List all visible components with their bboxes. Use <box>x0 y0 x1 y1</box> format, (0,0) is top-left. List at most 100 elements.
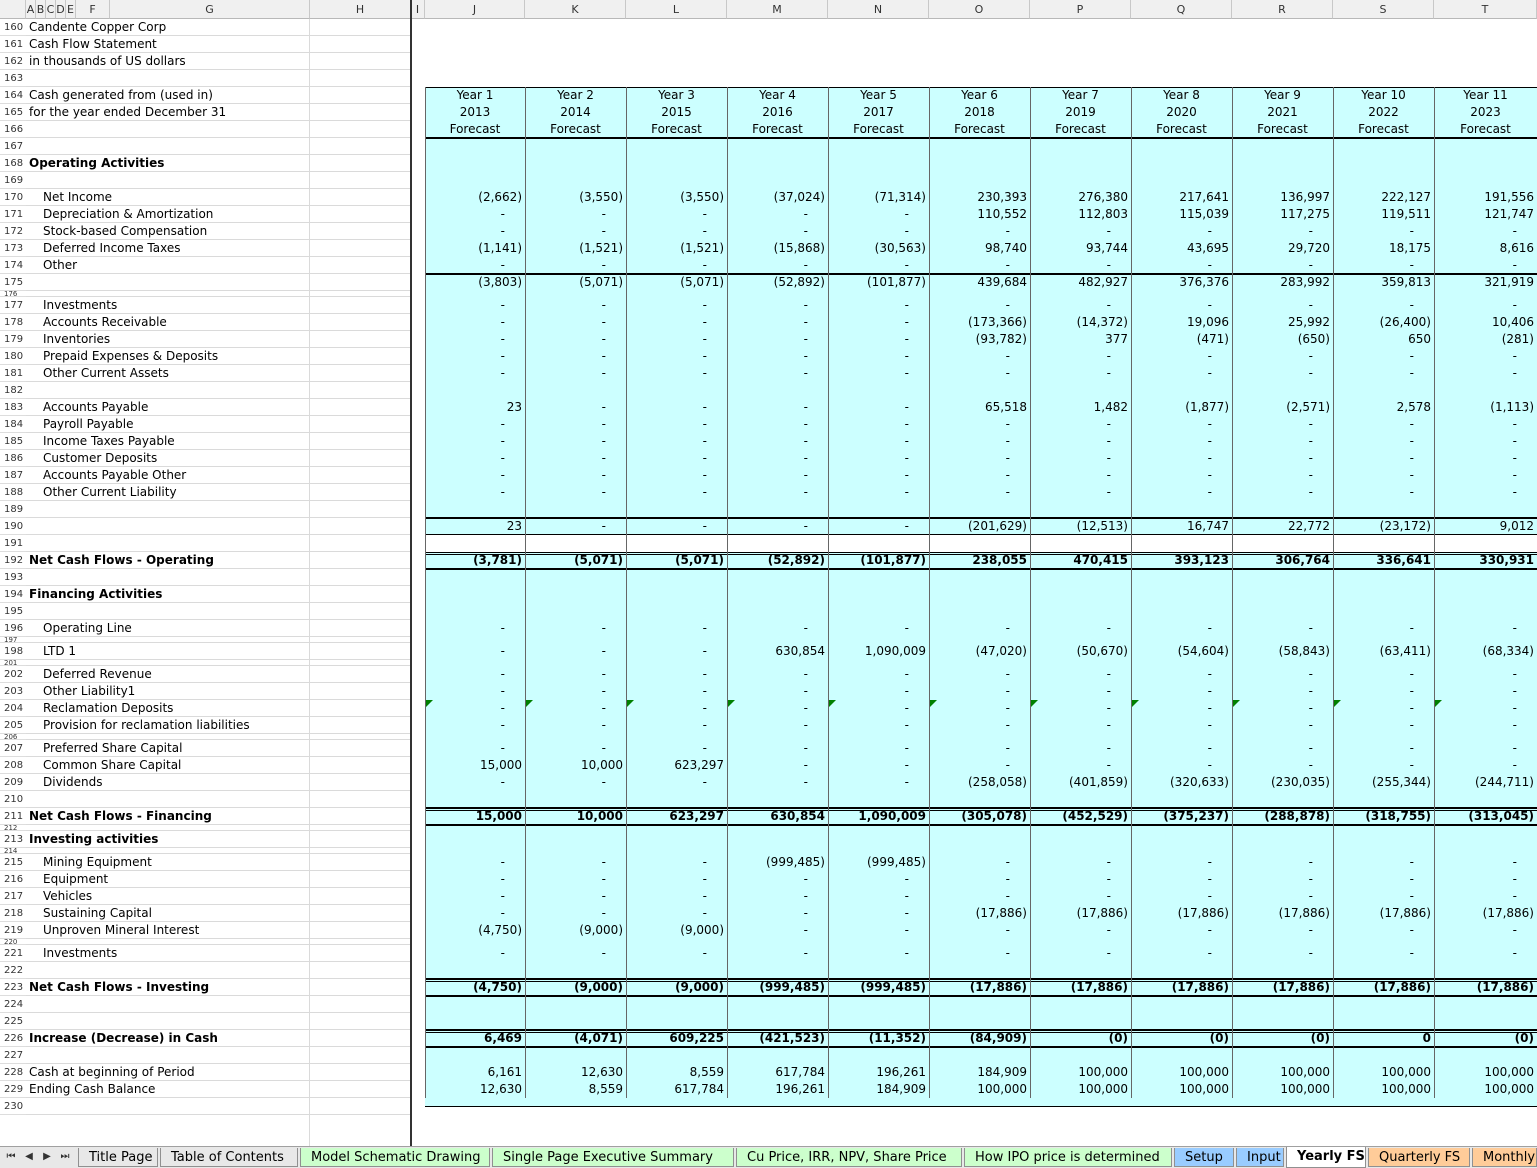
value-cell[interactable]: - <box>929 871 1030 888</box>
value-cell[interactable]: 10,000 <box>525 808 626 825</box>
value-cell[interactable]: - <box>929 740 1030 757</box>
value-cell[interactable]: - <box>828 365 929 382</box>
value-cell[interactable]: - <box>525 484 626 501</box>
value-cell[interactable]: 8,616 <box>1434 240 1537 257</box>
value-cell[interactable]: 18,175 <box>1333 240 1434 257</box>
value-cell[interactable]: - <box>828 450 929 467</box>
value-cell[interactable]: - <box>626 433 727 450</box>
row-number[interactable]: 198 <box>0 643 26 660</box>
value-cell[interactable]: - <box>1434 450 1537 467</box>
year-header-cell[interactable]: Forecast <box>1333 121 1434 138</box>
value-cell[interactable]: (5,071) <box>626 552 727 569</box>
value-cell[interactable]: - <box>727 700 828 717</box>
value-cell[interactable]: - <box>1232 620 1333 637</box>
value-cell[interactable]: (17,886) <box>1434 905 1537 922</box>
value-cell[interactable]: - <box>1434 700 1537 717</box>
row-number[interactable]: 203 <box>0 683 26 700</box>
value-cell[interactable]: - <box>828 871 929 888</box>
row-number[interactable]: 160 <box>0 19 26 36</box>
value-cell[interactable]: - <box>525 717 626 734</box>
value-cell[interactable]: (4,750) <box>425 979 525 996</box>
value-cell[interactable]: (14,372) <box>1030 314 1131 331</box>
row-number[interactable]: 184 <box>0 416 26 433</box>
value-cell[interactable]: - <box>626 450 727 467</box>
value-cell[interactable]: (288,878) <box>1232 808 1333 825</box>
value-cell[interactable]: - <box>525 666 626 683</box>
value-cell[interactable]: - <box>727 467 828 484</box>
value-cell[interactable]: - <box>425 683 525 700</box>
value-cell[interactable]: - <box>1434 945 1537 962</box>
value-cell[interactable]: - <box>1131 945 1232 962</box>
value-cell[interactable]: - <box>727 774 828 791</box>
value-cell[interactable]: (101,877) <box>828 552 929 569</box>
row-number[interactable]: 213 <box>0 831 26 848</box>
value-cell[interactable]: - <box>425 871 525 888</box>
spreadsheet-grid[interactable]: A B C D E F G H I J K L M N O P Q R S T 160 Candente Copper C… <box>0 0 1537 1146</box>
sheet-tab[interactable]: Table of Contents <box>160 1148 298 1167</box>
value-cell[interactable]: 15,000 <box>425 808 525 825</box>
year-header-cell[interactable]: 2018 <box>929 104 1030 121</box>
value-cell[interactable]: 393,123 <box>1131 552 1232 569</box>
value-cell[interactable]: (0) <box>1131 1030 1232 1047</box>
column-header[interactable]: B <box>36 0 46 19</box>
value-cell[interactable]: (9,000) <box>525 922 626 939</box>
value-cell[interactable]: - <box>626 223 727 240</box>
value-cell[interactable]: (5,071) <box>626 274 727 291</box>
value-cell[interactable]: - <box>425 700 525 717</box>
row-number[interactable]: 230 <box>0 1098 26 1115</box>
value-cell[interactable]: - <box>1434 757 1537 774</box>
value-cell[interactable]: 276,380 <box>1030 189 1131 206</box>
value-cell[interactable]: - <box>626 348 727 365</box>
value-cell[interactable]: - <box>1131 666 1232 683</box>
row-number[interactable]: 205 <box>0 717 26 734</box>
year-header-cell[interactable]: Forecast <box>525 121 626 138</box>
row-number[interactable]: 185 <box>0 433 26 450</box>
sheet-tab[interactable]: Setup <box>1174 1148 1234 1167</box>
value-cell[interactable]: (17,886) <box>1333 979 1434 996</box>
value-cell[interactable]: 100,000 <box>1333 1081 1434 1098</box>
value-cell[interactable]: - <box>1434 717 1537 734</box>
row-number[interactable]: 175 <box>0 274 26 291</box>
value-cell[interactable]: 283,992 <box>1232 274 1333 291</box>
select-all-corner[interactable] <box>0 0 26 19</box>
value-cell[interactable]: - <box>1434 297 1537 314</box>
year-header-cell[interactable]: 2017 <box>828 104 929 121</box>
value-cell[interactable]: 1,482 <box>1030 399 1131 416</box>
value-cell[interactable]: - <box>828 666 929 683</box>
value-cell[interactable]: - <box>626 297 727 314</box>
value-cell[interactable]: - <box>425 666 525 683</box>
value-cell[interactable]: - <box>929 416 1030 433</box>
value-cell[interactable]: - <box>425 888 525 905</box>
value-cell[interactable]: - <box>626 365 727 382</box>
value-cell[interactable]: - <box>828 757 929 774</box>
sheet-tab[interactable]: Cu Price, IRR, NPV, Share Price <box>736 1148 962 1167</box>
value-cell[interactable]: 15,000 <box>425 757 525 774</box>
row-number[interactable]: 207 <box>0 740 26 757</box>
row-number[interactable]: 225 <box>0 1013 26 1030</box>
row-number[interactable]: 164 <box>0 87 26 104</box>
row-number[interactable]: 196 <box>0 620 26 637</box>
value-cell[interactable]: (3,550) <box>525 189 626 206</box>
value-cell[interactable]: 330,931 <box>1434 552 1537 569</box>
row-number[interactable]: 189 <box>0 501 26 518</box>
year-header-cell[interactable]: Year 10 <box>1333 87 1434 104</box>
value-cell[interactable]: (17,886) <box>929 905 1030 922</box>
value-cell[interactable]: - <box>626 666 727 683</box>
value-cell[interactable]: - <box>525 905 626 922</box>
column-header[interactable]: N <box>828 0 929 19</box>
value-cell[interactable]: - <box>1333 740 1434 757</box>
value-cell[interactable]: 222,127 <box>1333 189 1434 206</box>
row-number[interactable]: 190 <box>0 518 26 535</box>
value-cell[interactable]: - <box>626 945 727 962</box>
value-cell[interactable]: - <box>626 717 727 734</box>
error-indicator-icon[interactable] <box>526 700 533 707</box>
value-cell[interactable]: 321,919 <box>1434 274 1537 291</box>
value-cell[interactable]: (313,045) <box>1434 808 1537 825</box>
value-cell[interactable]: - <box>727 450 828 467</box>
value-cell[interactable]: (999,485) <box>727 979 828 996</box>
value-cell[interactable]: - <box>425 223 525 240</box>
value-cell[interactable]: 630,854 <box>727 808 828 825</box>
value-cell[interactable]: - <box>1131 223 1232 240</box>
value-cell[interactable]: (52,892) <box>727 552 828 569</box>
value-cell[interactable]: - <box>1232 467 1333 484</box>
